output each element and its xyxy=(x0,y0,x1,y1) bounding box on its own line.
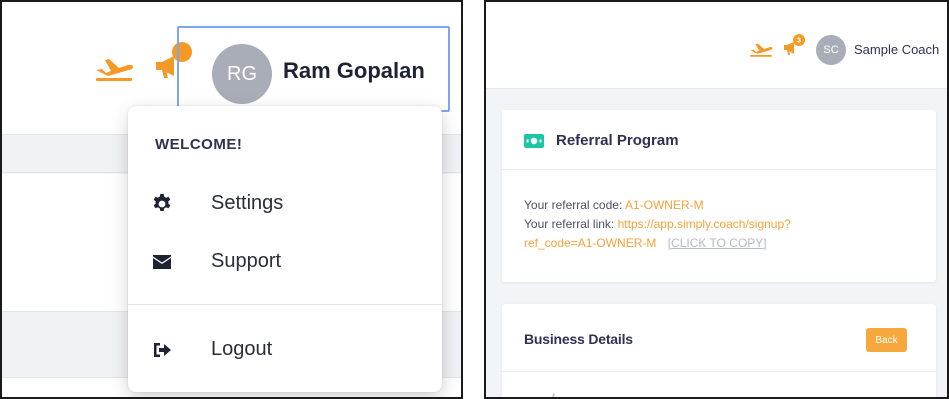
avatar-initials: SC xyxy=(823,44,839,56)
business-details-card: Business Details Back xyxy=(502,304,936,397)
referral-link-value[interactable]: https://app.simply.coach/signup? xyxy=(618,217,791,231)
referral-link-value[interactable]: ref_code=A1-OWNER-M xyxy=(524,236,656,250)
plane-icon[interactable] xyxy=(94,54,134,82)
back-button[interactable]: Back xyxy=(866,328,907,352)
menu-divider xyxy=(128,304,442,305)
referral-code-label: Your referral code: xyxy=(524,198,623,212)
user-name: Ram Gopalan xyxy=(283,58,425,83)
menu-item-label: Logout xyxy=(211,338,273,360)
avatar: RG xyxy=(212,44,272,104)
referral-link-label: Your referral link: xyxy=(524,217,615,231)
logout-icon xyxy=(154,343,171,357)
card-header: Business Details Back xyxy=(502,304,936,372)
referral-details: Your referral code: A1-OWNER-M Your refe… xyxy=(524,196,924,253)
avatar-initials: RG xyxy=(227,62,257,85)
plane-icon[interactable] xyxy=(749,40,773,58)
megaphone-icon[interactable]: 3 xyxy=(782,34,806,58)
menu-item-support[interactable]: Support xyxy=(128,238,442,288)
welcome-heading: WELCOME! xyxy=(155,136,243,153)
copy-link-button[interactable]: [CLICK TO COPY] xyxy=(668,236,767,250)
card-header: Referral Program xyxy=(502,110,936,170)
menu-item-label: Support xyxy=(211,250,282,272)
notification-count: 3 xyxy=(797,36,801,45)
user-name[interactable]: Sample Coach xyxy=(854,42,939,57)
user-dropdown-menu: WELCOME! Settings Support Logout xyxy=(128,106,442,392)
avatar[interactable]: SC xyxy=(816,35,846,65)
money-bill-icon xyxy=(524,134,544,148)
menu-item-settings[interactable]: Settings xyxy=(128,180,442,230)
right-panel: 3 SC Sample Coach Referral Program Your … xyxy=(484,0,949,399)
menu-item-logout[interactable]: Logout xyxy=(128,326,442,376)
envelope-icon xyxy=(153,255,171,269)
referral-program-card: Referral Program Your referral code: A1-… xyxy=(502,110,936,282)
referral-code-value: A1-OWNER-M xyxy=(624,198,704,212)
card-title: Referral Program xyxy=(556,132,679,149)
top-bar: 3 SC Sample Coach xyxy=(486,2,947,89)
gear-icon xyxy=(153,194,171,211)
partial-glyph xyxy=(551,393,559,397)
user-profile-button[interactable]: RG Ram Gopalan xyxy=(177,26,450,112)
menu-item-label: Settings xyxy=(211,192,284,214)
left-panel: RG Ram Gopalan WELCOME! Settings Support xyxy=(0,0,463,399)
card-title: Business Details xyxy=(524,331,633,347)
